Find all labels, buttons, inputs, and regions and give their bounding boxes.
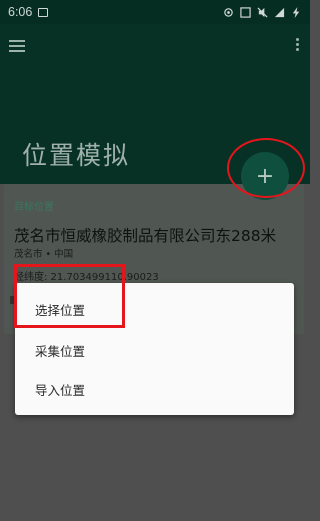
highlight-box [14,264,125,328]
card-label: 目标位置 [14,202,54,213]
nfc-icon [240,6,251,18]
hotspot-icon [224,7,233,17]
menu-item-import-location[interactable]: 导入位置 [35,380,85,399]
more-options-icon[interactable] [296,38,300,52]
signal-icon [274,7,285,17]
menu-item-collect-location[interactable]: 采集位置 [35,341,85,360]
hamburger-menu-icon[interactable] [9,40,25,52]
charging-icon [292,6,300,18]
page-title: 位置模拟 [22,141,131,170]
status-bar: 6:06 [0,0,310,24]
location-subtitle: 茂名市 • 中国 [14,249,74,260]
image-notification-icon [38,7,49,17]
status-time: 6:06 [8,5,33,19]
mute-icon [257,6,268,18]
highlight-ellipse [227,138,305,198]
status-icons [223,6,302,18]
location-name: 茂名市恒威橡胶制品有限公司东288米 [14,227,277,245]
